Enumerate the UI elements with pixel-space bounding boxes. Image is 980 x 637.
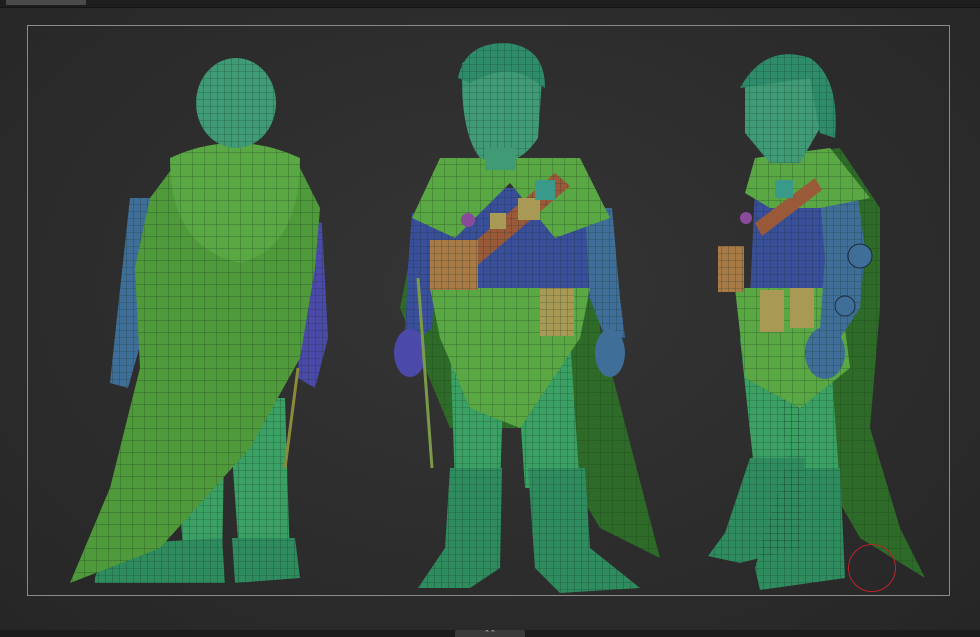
top-menu-bar (0, 0, 980, 8)
shelf-handle[interactable]: ⌃⌃ (455, 630, 525, 637)
character-back-view[interactable] (70, 58, 328, 583)
character-side-view[interactable] (708, 54, 925, 590)
character-front-view[interactable] (394, 43, 660, 593)
navigation-gizmo-circle[interactable] (848, 544, 896, 592)
top-tab-1[interactable] (6, 0, 86, 5)
model-render[interactable] (0, 8, 980, 630)
